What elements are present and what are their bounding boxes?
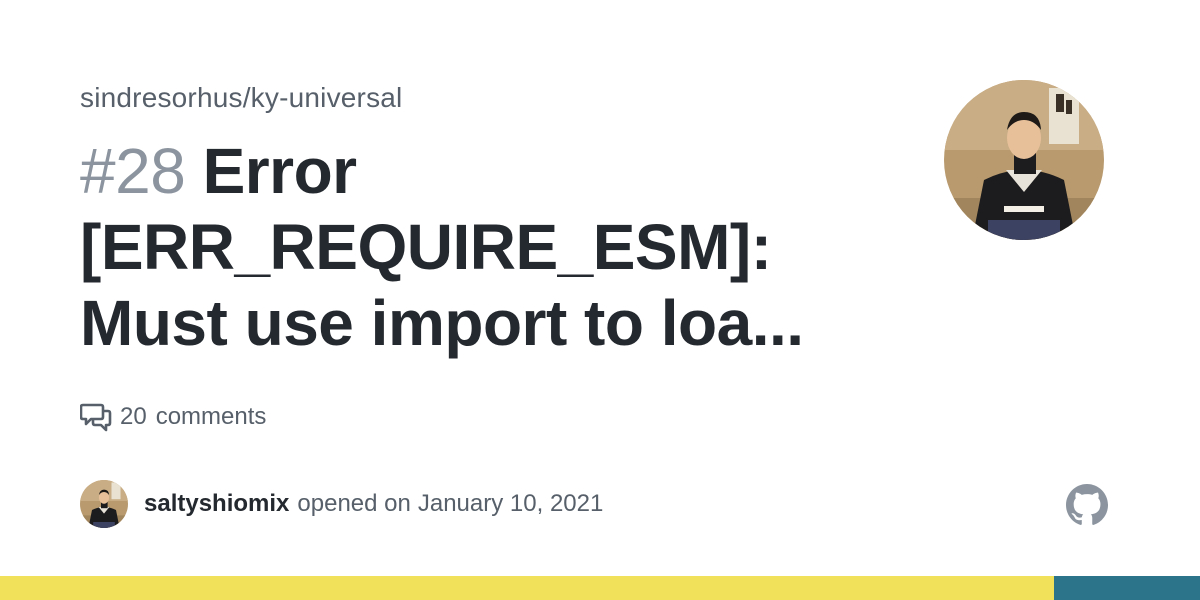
language-bar-secondary <box>1054 576 1200 600</box>
author-avatar-large[interactable] <box>944 80 1104 240</box>
comment-discussion-icon <box>80 403 112 432</box>
issue-title[interactable]: #28 Error [ERR_REQUIRE_ESM]: Must use im… <box>80 133 880 361</box>
issue-title-line-3: Must use import to loa... <box>80 287 804 359</box>
issue-title-line-2: [ERR_REQUIRE_ESM]: <box>80 211 772 283</box>
comments-label: comments <box>155 403 267 430</box>
opened-date: January 10, 2021 <box>417 490 604 517</box>
issue-title-line-1: Error <box>202 135 358 207</box>
comments-number: 20 <box>120 403 147 430</box>
author-avatar-small[interactable] <box>80 480 128 528</box>
github-logo-icon[interactable] <box>1066 484 1108 526</box>
opened-label: opened on <box>297 490 411 517</box>
repo-name[interactable]: sindresorhus/ky-universal <box>80 82 402 114</box>
language-bar-primary <box>0 576 1054 600</box>
issue-author-row: saltyshiomix opened on January 10, 2021 <box>80 480 603 528</box>
author-username[interactable]: saltyshiomix <box>144 490 289 518</box>
issue-number: #28 <box>80 135 186 207</box>
comments-count[interactable]: 20 comments <box>80 400 266 434</box>
